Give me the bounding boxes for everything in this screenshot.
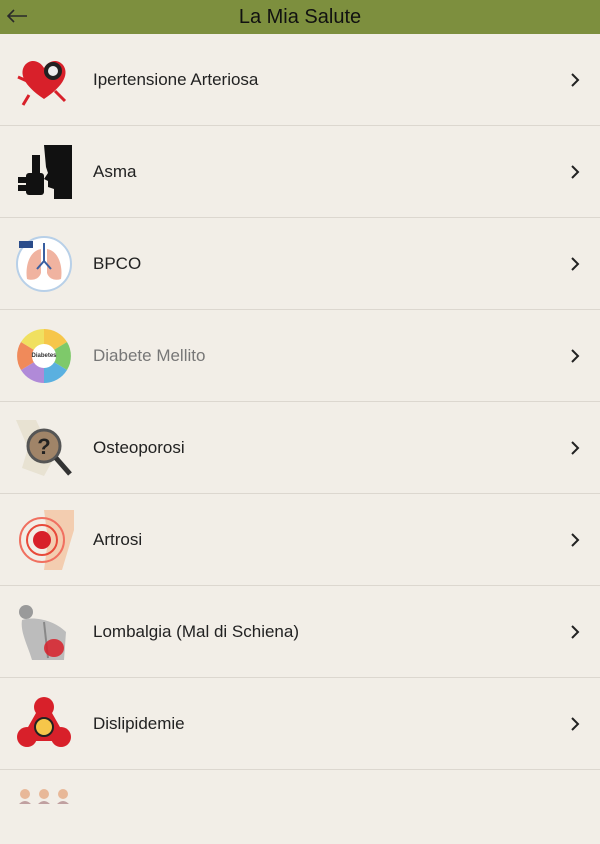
list-item-label: Ipertensione Arteriosa [93,69,259,89]
list-item-lombalgia[interactable]: Lombalgia (Mal di Schiena) [0,586,600,678]
list-item-partial[interactable] [0,770,600,810]
back-button[interactable] [4,3,30,29]
list-item-label: Artrosi [93,529,143,549]
diabetes-wheel-icon: Diabetes [14,326,74,386]
chevron-right-icon [568,716,582,731]
list-item-osteoporosi[interactable]: ? Osteoporosi [0,402,600,494]
chevron-right-icon [568,440,582,455]
list-item-artrosi[interactable]: Artrosi [0,494,600,586]
list-item-ipertensione[interactable]: Ipertensione Arteriosa [0,34,600,126]
list-item-label: Dislipidemie [93,713,185,733]
list-item-bpco[interactable]: BPCO [0,218,600,310]
lungs-icon [14,234,74,294]
chevron-right-icon [568,348,582,363]
list-item-label: Asma [93,161,137,181]
list-item-label: Osteoporosi [93,437,185,457]
disease-list: Ipertensione Arteriosa Asma BPCO Diabete… [0,34,600,810]
arrow-left-icon [6,9,27,23]
knee-pain-icon [14,509,74,570]
people-icon [14,784,74,844]
lipid-molecule-icon [14,694,74,754]
back-pain-icon [14,602,74,662]
list-item-label: BPCO [93,253,142,273]
chevron-right-icon [568,624,582,639]
list-item-dislipidemie[interactable]: Dislipidemie [0,678,600,770]
list-item-asma[interactable]: Asma [0,126,600,218]
bone-magnifier-icon: ? [14,418,74,478]
inhaler-person-icon [14,142,74,202]
list-item-label: Lombalgia (Mal di Schiena) [93,621,299,641]
diabetes-icon-text: Diabetes [31,352,57,359]
chevron-right-icon [568,164,582,179]
top-bar: La Mia Salute [0,0,600,34]
list-item-label: Diabete Mellito [93,345,206,365]
svg-text:?: ? [37,434,50,459]
list-item-diabete[interactable]: Diabetes Diabete Mellito [0,310,600,402]
heart-runner-icon [14,50,74,110]
chevron-right-icon [568,532,582,547]
page-title: La Mia Salute [238,5,362,28]
chevron-right-icon [568,72,582,87]
chevron-right-icon [568,256,582,271]
